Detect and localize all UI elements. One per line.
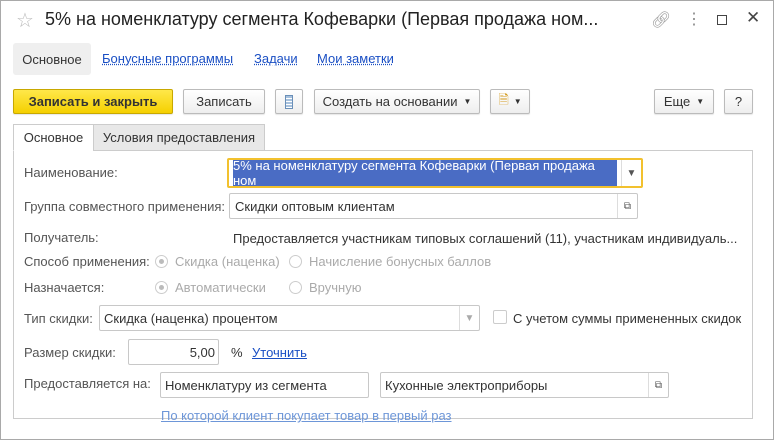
refine-link[interactable]: Уточнить bbox=[252, 345, 307, 360]
recipient-label: Получатель: bbox=[24, 230, 99, 245]
value: Номенклатуру из сегмента bbox=[165, 377, 327, 393]
selected-text: 5% на номенклатуру сегмента Кофеварки (П… bbox=[233, 160, 617, 186]
dropdown-arrow-icon: ▼ bbox=[513, 97, 522, 106]
provided-label: Предоставляется на: bbox=[24, 376, 151, 391]
open-icon[interactable]: ⧉ bbox=[617, 194, 637, 218]
assign-label: Назначается: bbox=[24, 280, 105, 295]
type-select[interactable]: Скидка (наценка) процентом ▼ bbox=[99, 305, 480, 331]
consider-checkbox[interactable] bbox=[493, 310, 507, 324]
nav-item-bonus[interactable]: Бонусные программы bbox=[102, 51, 233, 66]
value: Скидка (наценка) процентом bbox=[104, 310, 278, 326]
method-bonus-label: Начисление бонусных баллов bbox=[309, 254, 492, 269]
group-input[interactable]: Скидки оптовым клиентам ⧉ bbox=[229, 193, 638, 219]
list-icon bbox=[285, 94, 293, 109]
provided-input[interactable]: Номенклатуру из сегмента bbox=[160, 372, 369, 398]
label: Еще bbox=[663, 94, 691, 109]
method-discount-radio[interactable] bbox=[155, 255, 168, 268]
size-input[interactable]: 5,00 bbox=[128, 339, 219, 365]
segment-input[interactable]: Кухонные электроприборы ⧉ bbox=[380, 372, 669, 398]
method-label: Способ применения: bbox=[24, 254, 150, 269]
label: Основное bbox=[23, 130, 84, 145]
group-label: Группа совместного применения: bbox=[24, 199, 225, 214]
open-icon[interactable]: ⧉ bbox=[648, 373, 668, 397]
value: 5,00 bbox=[189, 344, 215, 360]
tab-main[interactable]: Основное bbox=[13, 124, 94, 151]
method-bonus-radio[interactable] bbox=[289, 255, 302, 268]
recipient-value[interactable]: Предоставляется участникам типовых согла… bbox=[233, 231, 737, 246]
tab-conditions[interactable]: Условия предоставления bbox=[93, 124, 265, 151]
assign-manual-radio[interactable] bbox=[289, 281, 302, 294]
favorite-star-icon[interactable]: ☆ bbox=[16, 8, 34, 33]
save-button[interactable]: Записать bbox=[183, 89, 265, 114]
window-title: 5% на номенклатуру сегмента Кофеварки (П… bbox=[45, 9, 599, 29]
name-label: Наименование: bbox=[24, 165, 118, 180]
document-settings-icon: 🗎 bbox=[498, 91, 509, 107]
more-actions-icon[interactable]: ⋮ bbox=[686, 9, 702, 29]
nav-label: Основное bbox=[22, 51, 82, 67]
help-button[interactable]: ? bbox=[724, 89, 753, 114]
assign-auto-radio[interactable] bbox=[155, 281, 168, 294]
size-unit: % bbox=[231, 345, 243, 360]
dropdown-arrow-icon[interactable]: ▼ bbox=[459, 306, 479, 330]
assign-manual-label: Вручную bbox=[309, 280, 362, 295]
label: Записать bbox=[196, 94, 252, 109]
dropdown-arrow-icon: ▼ bbox=[696, 97, 705, 106]
label: Записать и закрыть bbox=[28, 94, 158, 109]
method-discount-label: Скидка (наценка) bbox=[175, 254, 280, 269]
more-button[interactable]: Еще ▼ bbox=[654, 89, 714, 114]
nav-item-notes[interactable]: Мои заметки bbox=[317, 51, 394, 66]
attachments-button[interactable]: 🗎 ▼ bbox=[490, 89, 530, 114]
value: Кухонные электроприборы bbox=[385, 377, 548, 393]
label: Условия предоставления bbox=[102, 130, 256, 145]
label: Создать на основании bbox=[322, 94, 458, 109]
assign-auto-label: Автоматически bbox=[175, 280, 266, 295]
consider-label: С учетом суммы примененных скидок bbox=[513, 311, 742, 326]
dropdown-arrow-icon: ▼ bbox=[463, 97, 472, 106]
create-based-on-button[interactable]: Создать на основании ▼ bbox=[314, 89, 480, 114]
nav-item-main[interactable]: Основное bbox=[13, 43, 91, 75]
size-label: Размер скидки: bbox=[24, 345, 116, 360]
value: Скидки оптовым клиентам bbox=[235, 198, 395, 214]
document-list-button[interactable] bbox=[275, 89, 303, 114]
type-label: Тип скидки: bbox=[24, 311, 93, 326]
label: ? bbox=[734, 94, 743, 109]
close-icon[interactable]: ✕ bbox=[746, 8, 760, 28]
link-icon[interactable]: 🔗︎ bbox=[651, 10, 671, 30]
name-input[interactable]: 5% на номенклатуру сегмента Кофеварки (П… bbox=[227, 158, 643, 188]
save-and-close-button[interactable]: Записать и закрыть bbox=[13, 89, 173, 114]
maximize-icon[interactable] bbox=[717, 15, 727, 25]
dropdown-arrow-icon[interactable]: ▼ bbox=[621, 160, 641, 186]
condition-link[interactable]: По которой клиент покупает товар в первы… bbox=[161, 408, 452, 423]
nav-item-tasks[interactable]: Задачи bbox=[254, 51, 298, 66]
